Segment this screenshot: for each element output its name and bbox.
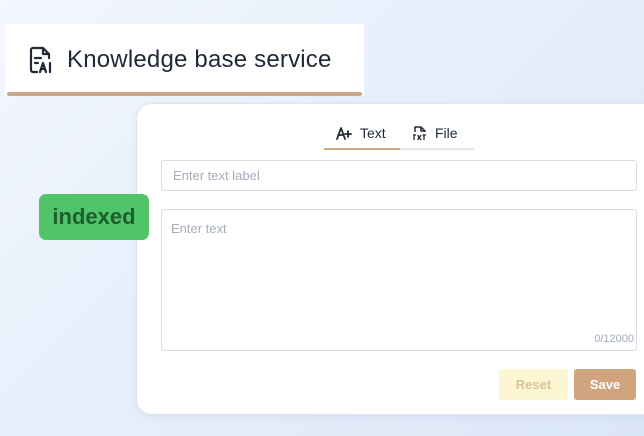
char-counter: 0/12000 bbox=[594, 333, 634, 345]
tab-file-label: File bbox=[435, 125, 458, 141]
tab-active-indicator bbox=[324, 148, 400, 150]
txt-file-icon bbox=[413, 125, 427, 141]
text-content-textarea[interactable] bbox=[161, 209, 637, 351]
indexed-status-badge: indexed bbox=[39, 194, 149, 240]
title-underline bbox=[7, 92, 362, 96]
text-label-input[interactable] bbox=[161, 160, 637, 191]
reset-button[interactable]: Reset bbox=[499, 369, 568, 400]
text-ai-icon bbox=[336, 126, 352, 140]
ai-document-icon bbox=[28, 46, 54, 74]
title-card: Knowledge base service bbox=[5, 24, 364, 96]
save-button[interactable]: Save bbox=[574, 369, 636, 400]
tab-file[interactable]: File bbox=[413, 122, 458, 144]
tab-text-label: Text bbox=[360, 125, 386, 141]
page-title: Knowledge base service bbox=[67, 46, 332, 73]
tab-text[interactable]: Text bbox=[336, 122, 386, 144]
